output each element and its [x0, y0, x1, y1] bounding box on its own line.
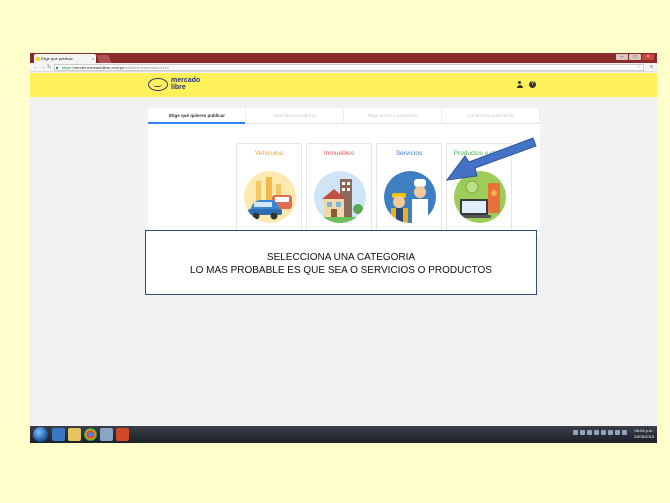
- category-card-servicios[interactable]: Servicios: [376, 143, 442, 235]
- tray-icon[interactable]: [622, 430, 627, 435]
- step-confirm: Confirma tu publicación: [442, 108, 540, 124]
- windows-taskbar: 06:04 p.m. 23/05/2015: [30, 426, 657, 443]
- maximize-button[interactable]: □: [629, 54, 641, 60]
- house-illustration-icon: [314, 171, 366, 223]
- url-input[interactable]: ■ https://vender.mercadolibre.com.pe/sel…: [54, 64, 644, 71]
- handshake-icon: [148, 78, 168, 91]
- browser-tab-bar: Elige qué publicar × – □ ×: [30, 53, 657, 63]
- annotation-box: SELECCIONA UNA CATEGORIA LO MAS PROBABLE…: [145, 230, 537, 295]
- mercadolibre-logo[interactable]: mercado libre: [148, 76, 204, 94]
- category-label: Inmuebles: [324, 150, 354, 157]
- lock-icon: ■: [56, 65, 59, 70]
- help-icon[interactable]: ?: [529, 81, 536, 88]
- tray-icon[interactable]: [615, 430, 620, 435]
- new-tab-button[interactable]: [96, 55, 112, 63]
- category-card-inmuebles[interactable]: Inmuebles: [306, 143, 372, 235]
- system-tray: [573, 430, 627, 435]
- windows-start-icon[interactable]: [33, 427, 48, 442]
- tray-icon[interactable]: [580, 430, 585, 435]
- window-controls: – □ ×: [616, 54, 654, 60]
- step-describe-product: Describe tu producto: [246, 108, 344, 124]
- back-arrow-icon[interactable]: ←: [33, 64, 38, 71]
- browser-tab[interactable]: Elige qué publicar ×: [34, 54, 96, 63]
- explorer-taskbar-icon[interactable]: [68, 428, 81, 441]
- bookmark-star-icon[interactable]: ☆: [637, 64, 641, 71]
- category-label: Servicios: [395, 150, 423, 157]
- user-icon[interactable]: [516, 81, 523, 89]
- service-workers-illustration-icon: [384, 171, 436, 223]
- tray-icon[interactable]: [573, 430, 578, 435]
- annotation-line-1: SELECCIONA UNA CATEGORIA: [266, 252, 416, 263]
- ie-taskbar-icon[interactable]: [52, 428, 65, 441]
- step-choose-category[interactable]: Elige qué quieres publicar: [148, 108, 246, 124]
- logo-text-line1: mercado: [171, 77, 201, 84]
- step-price-exposure: Elige precio y exposición: [344, 108, 442, 124]
- car-illustration-icon: [244, 171, 296, 223]
- tab-close-icon[interactable]: ×: [92, 54, 94, 63]
- clock-date: 23/05/2015: [633, 434, 654, 439]
- logo-text-line2: libre: [171, 84, 186, 91]
- reload-icon[interactable]: ↻: [47, 64, 51, 71]
- url-domain: vender.mercadolibre.com.pe: [74, 65, 125, 70]
- annotation-line-2: LO MAS PROBABLE ES QUE SEA O SERVICIOS O…: [190, 265, 492, 276]
- app-taskbar-icon[interactable]: [100, 428, 113, 441]
- chrome-taskbar-icon[interactable]: [84, 428, 97, 441]
- mercadolibre-header: mercado libre ?: [30, 73, 657, 97]
- category-label: Vehículos: [254, 150, 284, 157]
- powerpoint-taskbar-icon[interactable]: [116, 428, 129, 441]
- wizard-steps: Elige qué quieres publicar Describe tu p…: [148, 108, 540, 124]
- annotation-arrow-icon: [445, 137, 537, 181]
- tray-icon[interactable]: [608, 430, 613, 435]
- tab-title: Elige qué publicar: [41, 56, 73, 61]
- tray-icon[interactable]: [594, 430, 599, 435]
- tray-icon[interactable]: [601, 430, 606, 435]
- address-bar: ← → ↻ ■ https://vender.mercadolibre.com.…: [30, 63, 657, 72]
- tray-icon[interactable]: [587, 430, 592, 435]
- forward-arrow-icon[interactable]: →: [40, 64, 45, 71]
- url-path: /sell/sell?execution=e1s1: [124, 65, 170, 70]
- mercadolibre-favicon-icon: [36, 56, 40, 61]
- browser-menu-icon[interactable]: ≡: [650, 64, 653, 71]
- minimize-button[interactable]: –: [616, 54, 628, 60]
- clock[interactable]: 06:04 p.m. 23/05/2015: [634, 428, 654, 440]
- close-window-button[interactable]: ×: [642, 54, 654, 60]
- url-scheme: https://: [62, 65, 75, 70]
- category-card-vehiculos[interactable]: Vehículos: [236, 143, 302, 235]
